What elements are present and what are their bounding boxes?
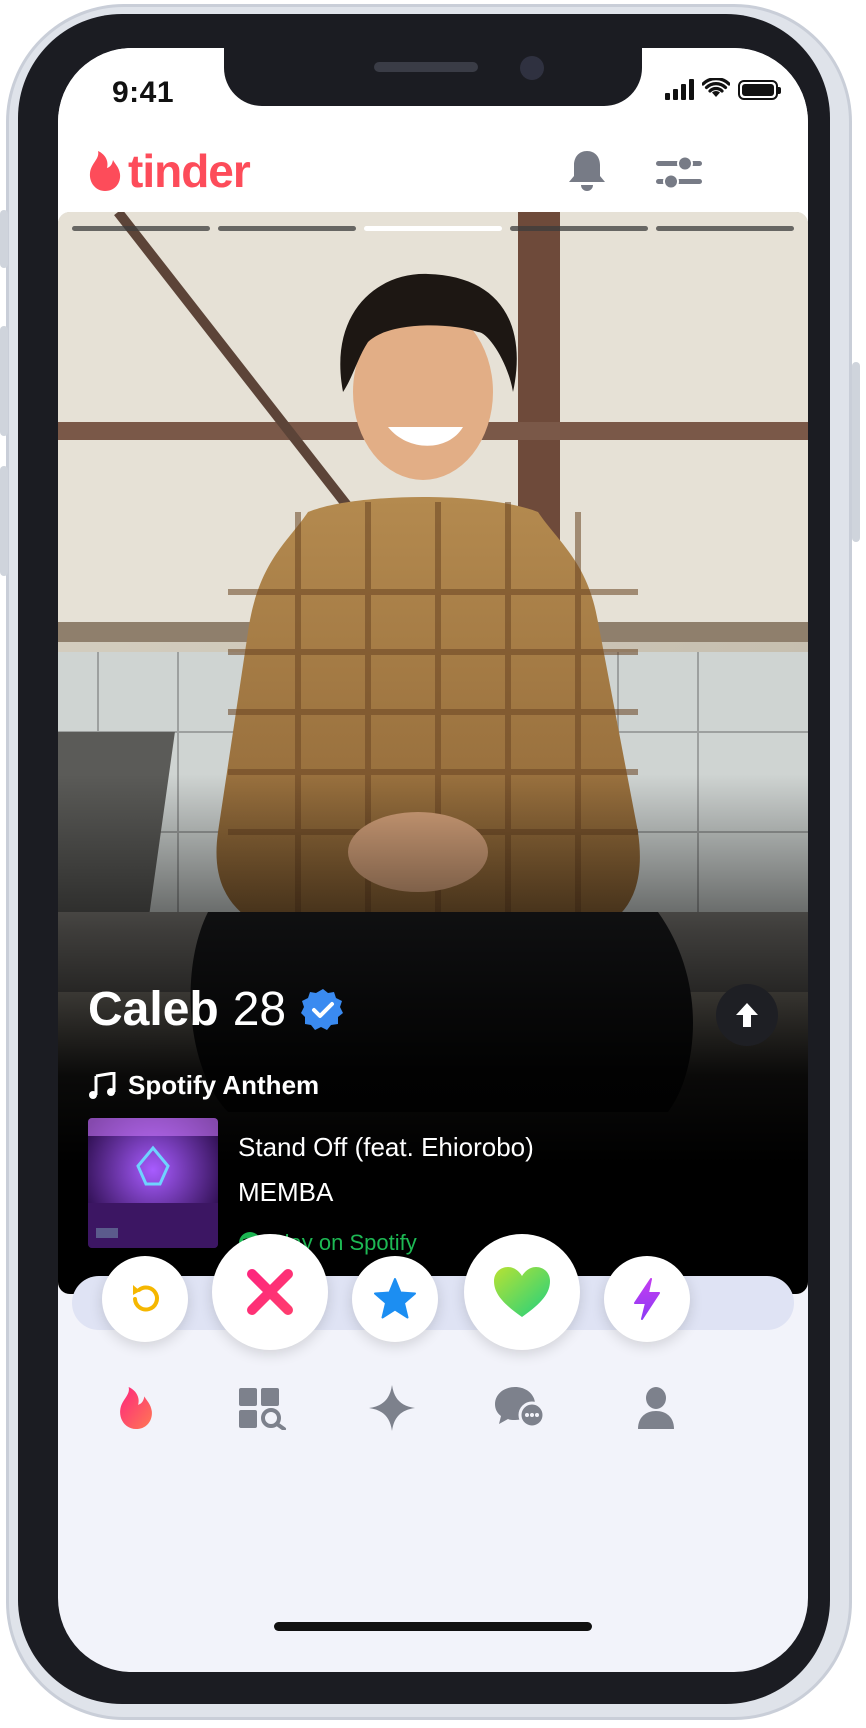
notifications-button[interactable]	[566, 148, 608, 199]
photo-progress-bar	[72, 226, 794, 231]
speaker-grille	[374, 62, 478, 72]
tab-explore[interactable]	[232, 1378, 292, 1438]
photo-progress-segment[interactable]	[72, 226, 210, 231]
tab-messages[interactable]	[490, 1378, 550, 1438]
app-screen: 9:41 tinder Caleb 28 Spotify Anthem Stan…	[58, 48, 808, 1672]
sparkle-icon	[369, 1385, 415, 1431]
wifi-icon	[702, 78, 730, 97]
volume-down-button	[0, 466, 8, 576]
tab-gold[interactable]	[362, 1378, 422, 1438]
power-button	[852, 362, 860, 542]
bell-icon	[569, 151, 605, 191]
mute-switch	[0, 210, 8, 268]
photo-progress-segment[interactable]	[510, 226, 648, 231]
volume-up-button	[0, 326, 8, 436]
home-indicator	[274, 1622, 592, 1631]
album-cover-image	[88, 1118, 218, 1248]
tab-home[interactable]	[106, 1378, 166, 1438]
tinder-logo[interactable]: tinder	[86, 144, 251, 198]
profile-card[interactable]: Caleb 28 Spotify Anthem Stand Off (feat.…	[58, 212, 808, 1294]
verified-badge-icon	[301, 988, 344, 1030]
flame-icon	[120, 1386, 152, 1430]
boost-button[interactable]	[604, 1256, 690, 1342]
music-note-icon	[89, 1071, 116, 1099]
filters-button[interactable]	[654, 152, 704, 197]
status-time: 9:41	[112, 76, 175, 109]
rewind-button[interactable]	[102, 1256, 188, 1342]
status-icons	[665, 78, 781, 100]
anthem-label: Spotify Anthem	[128, 1070, 320, 1100]
battery-icon	[738, 80, 781, 100]
person-icon	[638, 1387, 674, 1429]
front-camera	[520, 56, 544, 80]
star-icon	[374, 1278, 416, 1319]
album-art[interactable]	[88, 1118, 218, 1248]
song-artist: MEMBA	[238, 1177, 334, 1207]
bolt-icon	[634, 1278, 660, 1320]
cellular-signal-icon	[665, 78, 694, 100]
device-notch	[224, 48, 642, 106]
flame-icon	[89, 151, 121, 191]
arrow-up-icon	[736, 1003, 758, 1027]
logo-text: tinder	[128, 145, 251, 197]
song-title: Stand Off (feat. Ehiorobo)	[238, 1132, 534, 1162]
x-icon	[247, 1269, 293, 1315]
super-like-button[interactable]	[352, 1256, 438, 1342]
photo-progress-segment[interactable]	[218, 226, 356, 231]
photo-progress-segment[interactable]	[656, 226, 794, 231]
profile-name: Caleb	[88, 983, 219, 1036]
nope-button[interactable]	[212, 1234, 328, 1350]
bottom-tab-bar	[58, 1378, 808, 1458]
rewind-icon	[133, 1285, 159, 1312]
profile-age: 28	[232, 983, 287, 1036]
heart-icon	[494, 1267, 550, 1317]
tab-profile[interactable]	[626, 1378, 686, 1438]
profile-name-row: Caleb 28	[88, 982, 346, 1037]
photo-progress-segment[interactable]	[364, 226, 502, 231]
explore-grid-icon	[239, 1388, 286, 1430]
filter-sliders-icon	[656, 155, 702, 190]
spotify-anthem-header: Spotify Anthem	[88, 1070, 319, 1101]
expand-profile-button[interactable]	[716, 984, 778, 1046]
like-button[interactable]	[464, 1234, 580, 1350]
chat-bubbles-icon	[495, 1387, 546, 1429]
